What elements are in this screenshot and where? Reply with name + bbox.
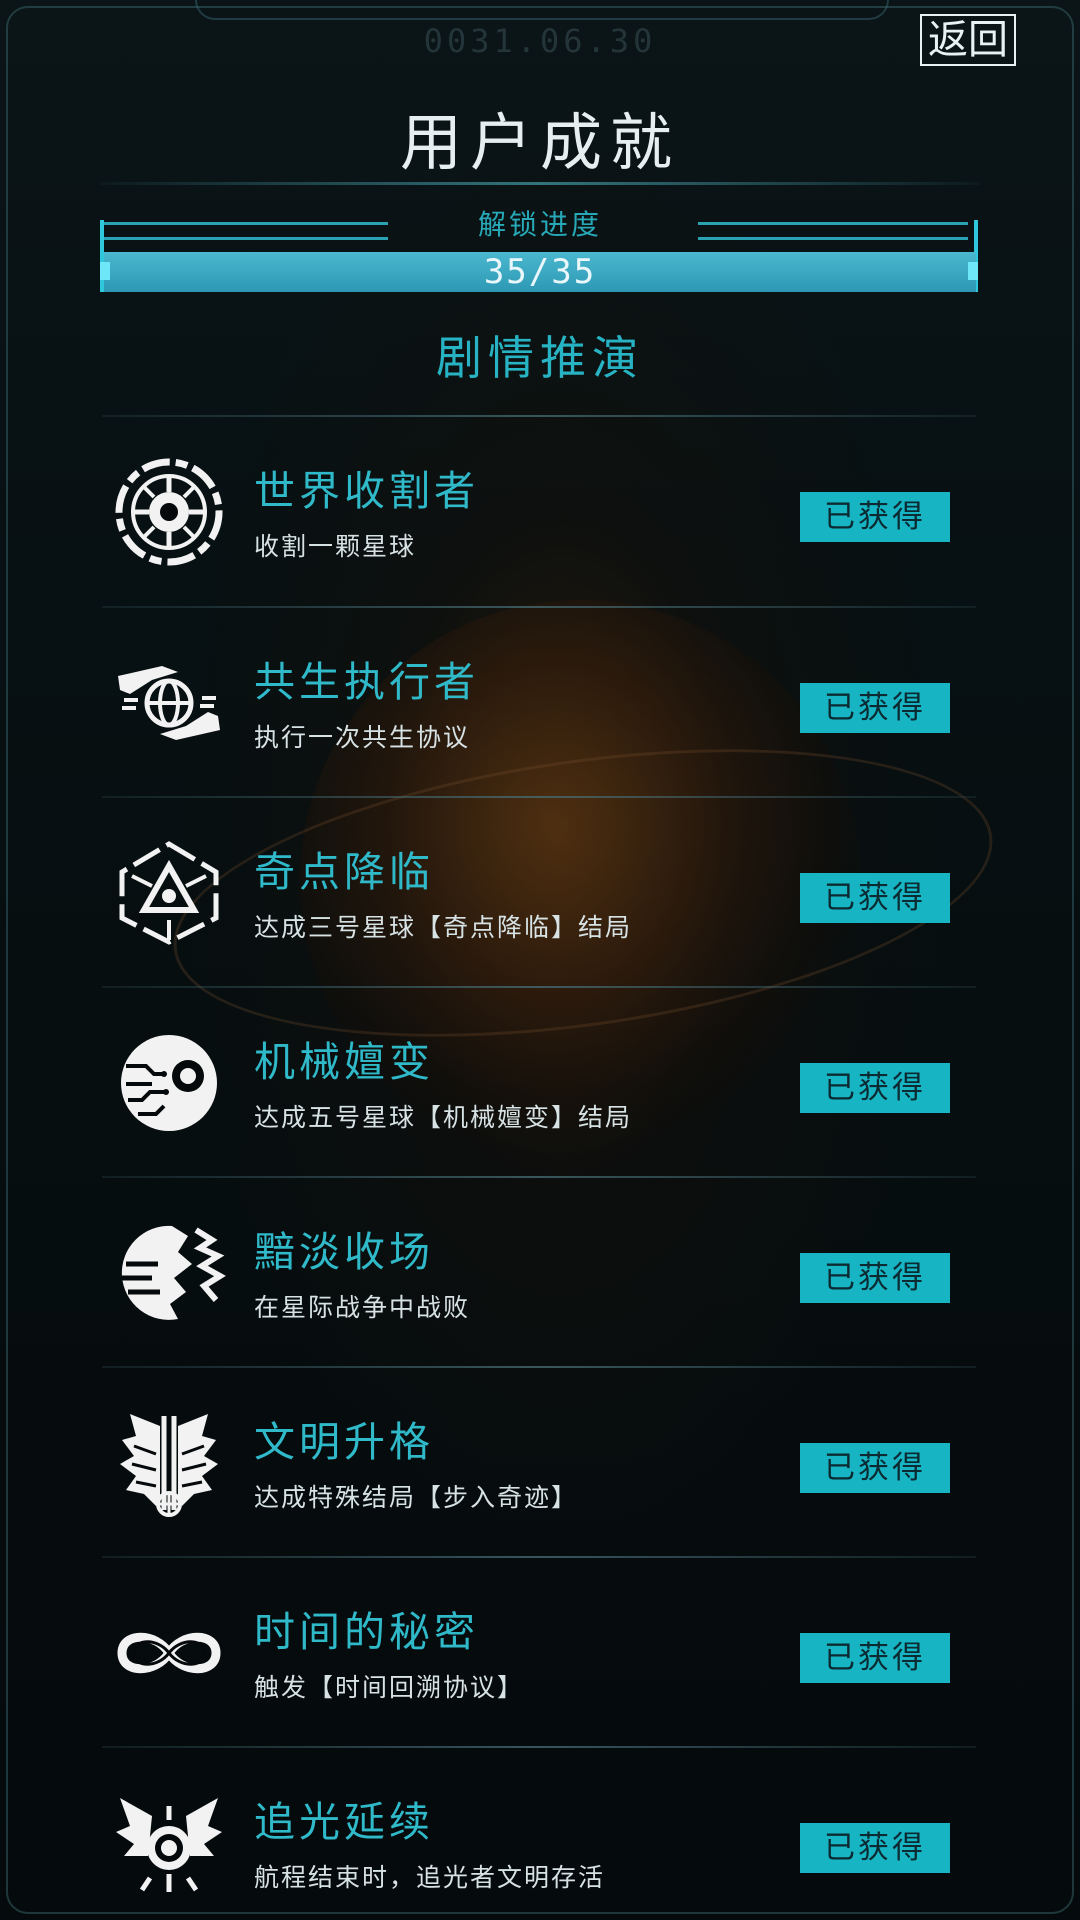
back-button[interactable]: 返回 — [920, 14, 1016, 66]
achievement-desc: 执行一次共生协议 — [254, 723, 471, 752]
mechanical-eye-icon — [112, 1026, 226, 1140]
achievement-status-badge: 已获得 — [800, 683, 950, 733]
achievement-row[interactable]: 追光延续 航程结束时，追光者文明存活 已获得 — [102, 1748, 976, 1920]
achievement-desc: 触发【时间回溯协议】 — [254, 1673, 525, 1702]
achievement-desc: 达成三号星球【奇点降临】结局 — [254, 913, 633, 942]
achievement-status-badge: 已获得 — [800, 1823, 950, 1873]
page-title: 用户成就 — [399, 106, 680, 179]
achievement-row[interactable]: 时间的秘密 触发【时间回溯协议】 已获得 — [102, 1558, 976, 1746]
achievement-name: 共生执行者 — [254, 658, 479, 706]
winged-sun-icon — [112, 1786, 226, 1900]
achievement-name: 机械嬗变 — [254, 1038, 434, 1086]
section-title: 剧情推演 — [436, 331, 644, 385]
achievement-desc: 在星际战争中战败 — [254, 1293, 471, 1322]
achievement-row[interactable]: 机械嬗变 达成五号星球【机械嬗变】结局 已获得 — [102, 988, 976, 1176]
winged-emblem-icon — [112, 1406, 226, 1520]
singularity-triangle-icon — [112, 836, 226, 950]
achievement-row[interactable]: 共生执行者 执行一次共生协议 已获得 — [102, 608, 976, 796]
achievement-row[interactable]: 黯淡收场 在星际战争中战败 已获得 — [102, 1178, 976, 1366]
top-frame-notch — [195, 0, 889, 20]
infinity-icon — [112, 1596, 226, 1710]
planet-harvester-icon — [112, 455, 226, 569]
achievement-name: 时间的秘密 — [254, 1608, 479, 1656]
achievement-desc: 收割一颗星球 — [254, 532, 417, 561]
achievement-row[interactable]: 文明升格 达成特殊结局【步入奇迹】 已获得 — [102, 1368, 976, 1556]
game-date: 0031.06.30 — [423, 22, 657, 60]
achievement-row[interactable]: 奇点降临 达成三号星球【奇点降临】结局 已获得 — [102, 798, 976, 986]
achievement-status-badge: 已获得 — [800, 492, 950, 542]
achievement-row[interactable]: 世界收割者 收割一颗星球 已获得 — [102, 417, 976, 605]
achievement-desc: 达成五号星球【机械嬗变】结局 — [254, 1103, 633, 1132]
achievement-status-badge: 已获得 — [800, 873, 950, 923]
achievements-screen: 0031.06.30 返回 用户成就 解锁进度 35/35 剧情推演 世界收割者… — [0, 0, 1080, 1920]
achievement-status-badge: 已获得 — [800, 1063, 950, 1113]
achievement-name: 世界收割者 — [254, 467, 479, 515]
achievement-name: 黯淡收场 — [254, 1228, 434, 1276]
achievement-status-badge: 已获得 — [800, 1253, 950, 1303]
achievement-name: 文明升格 — [254, 1418, 434, 1466]
hands-globe-icon — [112, 646, 226, 760]
achievement-desc: 达成特殊结局【步入奇迹】 — [254, 1483, 579, 1512]
shattered-planet-icon — [112, 1216, 226, 1330]
achievement-name: 追光延续 — [254, 1798, 434, 1846]
achievement-status-badge: 已获得 — [800, 1633, 950, 1683]
achievement-status-badge: 已获得 — [800, 1443, 950, 1493]
achievement-name: 奇点降临 — [254, 848, 434, 896]
achievement-desc: 航程结束时，追光者文明存活 — [254, 1863, 606, 1892]
title-divider — [100, 182, 980, 185]
progress-count: 35/35 — [483, 252, 597, 292]
